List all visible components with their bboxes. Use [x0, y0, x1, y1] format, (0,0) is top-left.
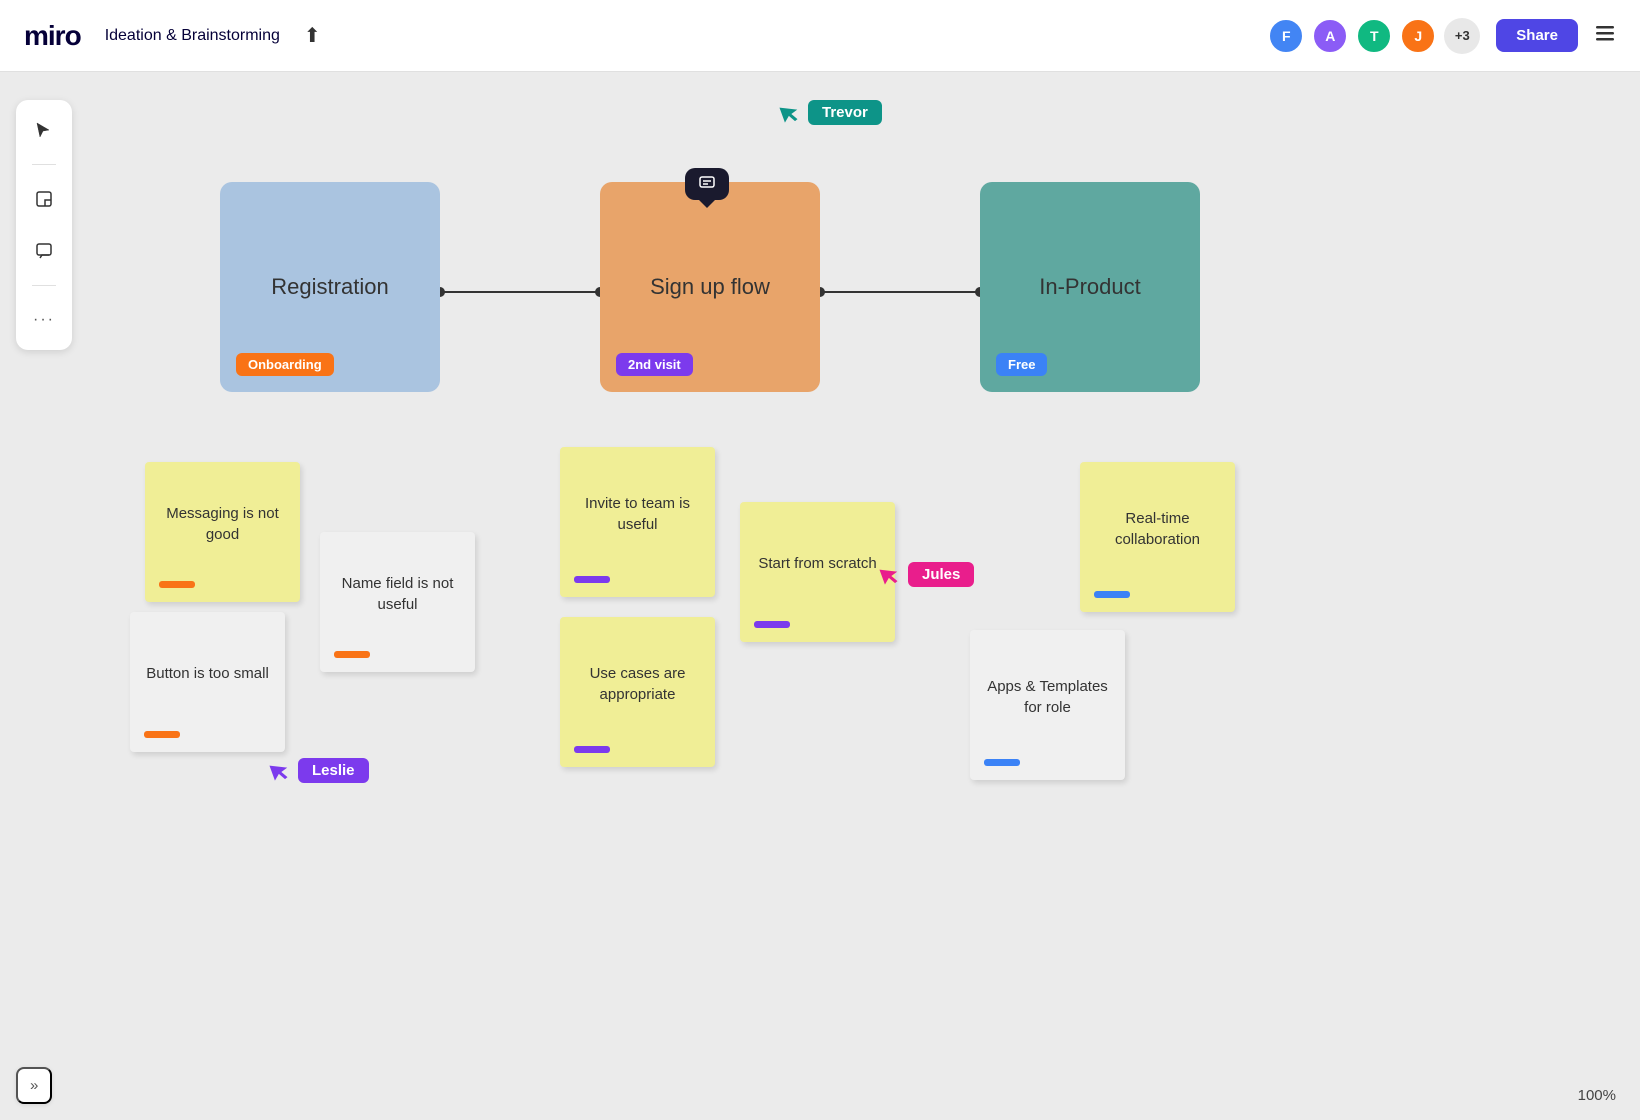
- avatar-1: F: [1268, 18, 1304, 54]
- node-registration-badge: Onboarding: [236, 353, 334, 376]
- sticky-button-bar: [144, 731, 180, 738]
- sticky-realtime[interactable]: Real-time collaboration: [1080, 462, 1235, 612]
- node-registration-label: Registration: [271, 274, 388, 300]
- sticky-namefield[interactable]: Name field is not useful: [320, 532, 475, 672]
- sticky-usecases[interactable]: Use cases are appropriate: [560, 617, 715, 767]
- cursor-trevor-tag: Trevor: [808, 100, 882, 125]
- cursor-leslie: Leslie: [270, 758, 369, 783]
- cursor-jules-tag: Jules: [908, 562, 974, 587]
- sticky-invite-text: Invite to team is useful: [574, 461, 701, 566]
- sticky-usecases-bar: [574, 746, 610, 753]
- sticky-button[interactable]: Button is too small: [130, 612, 285, 752]
- node-inproduct[interactable]: In-Product Free: [980, 182, 1200, 392]
- node-registration[interactable]: Registration Onboarding: [220, 182, 440, 392]
- sticky-invite-bar: [574, 576, 610, 583]
- sticky-scratch-text: Start from scratch: [754, 516, 881, 611]
- cursor-jules: Jules: [880, 562, 974, 587]
- avatar-3: T: [1356, 18, 1392, 54]
- expand-button[interactable]: »: [16, 1067, 52, 1104]
- sticky-realtime-text: Real-time collaboration: [1094, 476, 1221, 581]
- node-signup[interactable]: Sign up flow 2nd visit: [600, 182, 820, 392]
- toolbar-divider-2: [32, 285, 56, 286]
- sticky-apps[interactable]: Apps & Templates for role: [970, 630, 1125, 780]
- zoom-indicator: 100%: [1578, 1087, 1616, 1104]
- sticky-namefield-bar: [334, 651, 370, 658]
- node-inproduct-badge: Free: [996, 353, 1047, 376]
- chat-bubble[interactable]: [685, 168, 729, 200]
- sticky-realtime-bar: [1094, 591, 1130, 598]
- sticky-invite[interactable]: Invite to team is useful: [560, 447, 715, 597]
- topbar: miro Ideation & Brainstorming ⬆ F A T J …: [0, 0, 1640, 72]
- sticky-namefield-text: Name field is not useful: [334, 546, 461, 641]
- sticky-tool[interactable]: [26, 181, 62, 217]
- avatar-2: A: [1312, 18, 1348, 54]
- node-signup-badge: 2nd visit: [616, 353, 693, 376]
- cursor-trevor: Trevor: [780, 100, 882, 125]
- extra-avatars-badge: +3: [1444, 18, 1480, 54]
- sticky-messaging[interactable]: Messaging is not good: [145, 462, 300, 602]
- left-toolbar: ···: [16, 100, 72, 350]
- sticky-button-text: Button is too small: [144, 626, 271, 721]
- node-inproduct-label: In-Product: [1039, 274, 1141, 300]
- sticky-scratch-bar: [754, 621, 790, 628]
- cursor-leslie-tag: Leslie: [298, 758, 369, 783]
- share-button[interactable]: Share: [1496, 19, 1578, 52]
- sticky-messaging-text: Messaging is not good: [159, 476, 286, 571]
- cursor-tool[interactable]: [26, 112, 62, 148]
- sticky-scratch[interactable]: Start from scratch: [740, 502, 895, 642]
- canvas[interactable]: Registration Onboarding Sign up flow 2nd…: [0, 72, 1640, 1120]
- avatar-4: J: [1400, 18, 1436, 54]
- more-tool[interactable]: ···: [26, 302, 62, 338]
- sticky-apps-text: Apps & Templates for role: [984, 644, 1111, 749]
- miro-logo: miro: [24, 20, 81, 52]
- sticky-messaging-bar: [159, 581, 195, 588]
- comment-tool[interactable]: [26, 233, 62, 269]
- sticky-apps-bar: [984, 759, 1020, 766]
- toolbar-divider-1: [32, 164, 56, 165]
- upload-button[interactable]: ⬆: [296, 19, 329, 52]
- sticky-usecases-text: Use cases are appropriate: [574, 631, 701, 736]
- topbar-right: F A T J +3 Share: [1268, 18, 1616, 54]
- node-signup-label: Sign up flow: [650, 274, 770, 300]
- board-title: Ideation & Brainstorming: [105, 27, 280, 45]
- menu-button[interactable]: [1594, 22, 1616, 50]
